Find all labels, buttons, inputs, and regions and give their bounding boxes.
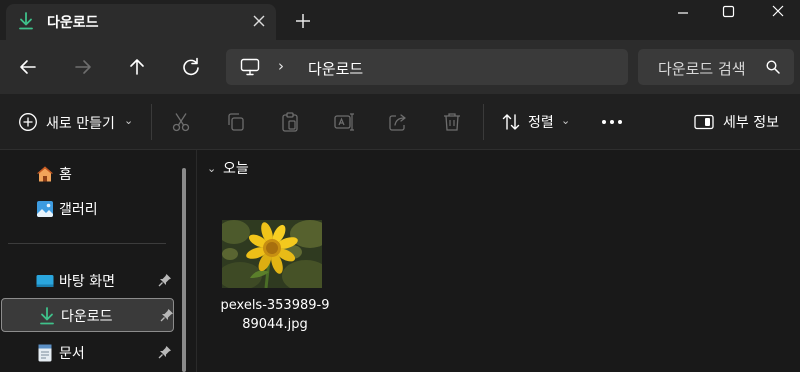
more-icon[interactable] — [598, 108, 626, 136]
add-circle-icon — [19, 113, 37, 131]
sidebar-divider — [8, 243, 166, 244]
chevron-down-icon[interactable]: ⌄ — [207, 162, 216, 175]
refresh-icon[interactable] — [177, 54, 205, 80]
search-icon[interactable] — [766, 60, 780, 74]
cut-icon[interactable] — [170, 111, 192, 133]
group-header-today[interactable]: 오늘 — [223, 158, 249, 178]
navigation-bar: › 다운로드 다운로드 검색 — [0, 40, 800, 94]
close-icon[interactable] — [754, 0, 800, 26]
tab-title: 다운로드 — [47, 15, 99, 31]
new-label: 새로 만들기 — [46, 116, 115, 132]
title-bar: 다운로드 — [0, 0, 800, 40]
sidebar-item-gallery[interactable]: 갤러리 — [0, 192, 174, 226]
pin-icon[interactable] — [158, 273, 172, 287]
file-name: pexels-353989-989044.jpg — [220, 298, 330, 332]
document-icon — [38, 344, 52, 362]
plus-icon[interactable] — [292, 10, 314, 32]
chevron-down-icon: ⌄ — [124, 114, 134, 127]
new-button[interactable]: 새로 만들기 ⌄ — [14, 108, 142, 136]
pin-icon[interactable] — [160, 308, 174, 322]
arrow-right-icon[interactable] — [69, 54, 97, 80]
sidebar-item-label: 다운로드 — [61, 309, 113, 325]
pin-icon[interactable] — [158, 345, 172, 359]
search-placeholder: 다운로드 검색 — [658, 60, 746, 78]
search-input[interactable]: 다운로드 검색 — [638, 49, 794, 85]
maximize-icon[interactable] — [706, 0, 752, 26]
sidebar-item-home[interactable]: 홈 — [0, 157, 174, 191]
sort-button[interactable]: 정렬 ⌄ — [497, 108, 577, 136]
sidebar-item-desktop[interactable]: 바탕 화면 — [0, 264, 174, 298]
toolbar-divider — [483, 104, 484, 140]
sunflower-image — [222, 220, 322, 288]
download-icon — [19, 12, 33, 30]
rename-icon[interactable] — [333, 111, 355, 133]
gallery-icon — [37, 201, 53, 217]
tab-downloads[interactable]: 다운로드 — [6, 4, 276, 40]
delete-icon[interactable] — [441, 111, 463, 133]
navigation-pane: 홈 갤러리 바탕 화면 다운로드 문서 — [0, 150, 197, 372]
details-label: 세부 정보 — [723, 115, 779, 131]
copy-icon[interactable] — [225, 111, 247, 133]
sort-label: 정렬 — [528, 115, 554, 131]
close-icon[interactable] — [250, 12, 268, 30]
sidebar-scrollbar[interactable] — [182, 168, 186, 372]
command-bar: 새로 만들기 ⌄ 정렬 ⌄ 세부 정보 — [0, 94, 800, 150]
share-icon[interactable] — [387, 111, 409, 133]
paste-icon[interactable] — [279, 111, 301, 133]
sidebar-item-label: 홈 — [59, 167, 72, 183]
sidebar-item-label: 문서 — [59, 346, 85, 362]
arrow-up-icon[interactable] — [123, 54, 151, 80]
toolbar-divider — [151, 104, 152, 140]
computer-icon — [240, 58, 260, 76]
sidebar-item-downloads[interactable]: 다운로드 — [1, 298, 174, 332]
sidebar-item-label: 갤러리 — [59, 202, 98, 218]
sidebar-item-documents[interactable]: 문서 — [0, 336, 174, 370]
home-icon — [37, 166, 53, 182]
arrow-left-icon[interactable] — [14, 54, 42, 80]
breadcrumb-chevron[interactable]: › — [278, 57, 284, 75]
sidebar-item-label: 바탕 화면 — [59, 274, 115, 290]
chevron-down-icon: ⌄ — [561, 114, 571, 127]
desktop-icon — [36, 275, 54, 287]
minimize-icon[interactable] — [660, 0, 706, 26]
sort-icon — [502, 114, 520, 130]
breadcrumb-downloads[interactable]: 다운로드 — [308, 58, 363, 79]
file-item[interactable]: pexels-353989-989044.jpg — [219, 214, 331, 338]
address-bar[interactable]: › 다운로드 — [226, 49, 628, 85]
details-pane-icon — [694, 114, 714, 130]
file-list-pane: ⌄ 오늘 pexels-353989-989044.jpg — [197, 150, 800, 372]
details-pane-button[interactable]: 세부 정보 — [690, 108, 790, 136]
download-icon — [40, 307, 54, 325]
